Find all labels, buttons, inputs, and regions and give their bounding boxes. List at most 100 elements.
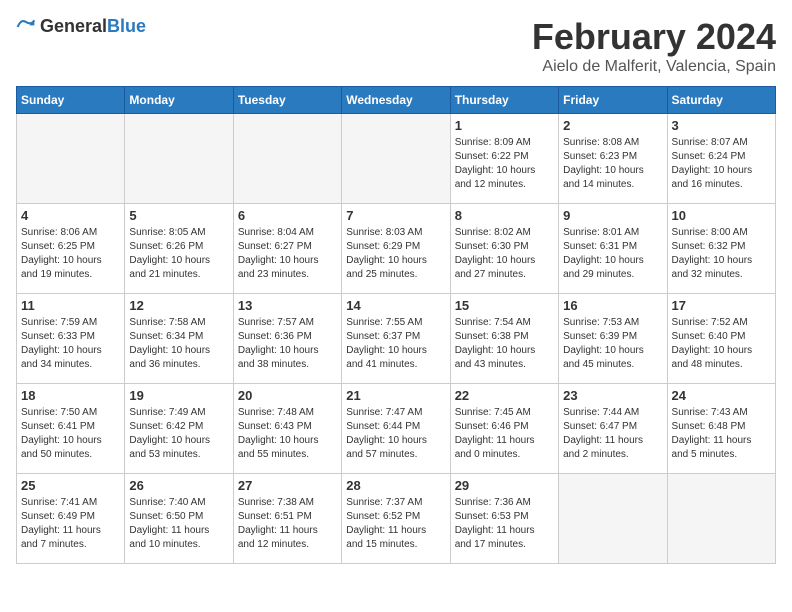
day-number: 25 xyxy=(21,478,120,493)
day-number: 20 xyxy=(238,388,337,403)
calendar-cell: 27 Sunrise: 7:38 AMSunset: 6:51 PMDayligh… xyxy=(233,474,341,564)
logo: GeneralBlue xyxy=(16,16,146,37)
day-number: 19 xyxy=(129,388,228,403)
day-info: Sunrise: 7:36 AMSunset: 6:53 PMDaylight:… xyxy=(455,496,554,552)
day-number: 3 xyxy=(672,118,771,133)
logo-general: General xyxy=(40,16,107,36)
day-number: 27 xyxy=(238,478,337,493)
day-number: 6 xyxy=(238,208,337,223)
day-number: 23 xyxy=(563,388,662,403)
day-number: 24 xyxy=(672,388,771,403)
calendar-cell: 21 Sunrise: 7:47 AMSunset: 6:44 PMDayligh… xyxy=(342,384,450,474)
calendar-week-2: 4 Sunrise: 8:06 AMSunset: 6:25 PMDaylight… xyxy=(17,204,776,294)
day-number: 9 xyxy=(563,208,662,223)
day-number: 21 xyxy=(346,388,445,403)
calendar-cell: 2 Sunrise: 8:08 AMSunset: 6:23 PMDaylight… xyxy=(559,114,667,204)
calendar-cell: 17 Sunrise: 7:52 AMSunset: 6:40 PMDayligh… xyxy=(667,294,775,384)
day-number: 10 xyxy=(672,208,771,223)
calendar-cell: 11 Sunrise: 7:59 AMSunset: 6:33 PMDayligh… xyxy=(17,294,125,384)
title-block: February 2024 Aielo de Malferit, Valenci… xyxy=(532,16,776,76)
day-info: Sunrise: 7:49 AMSunset: 6:42 PMDaylight:… xyxy=(129,406,228,462)
day-info: Sunrise: 8:02 AMSunset: 6:30 PMDaylight:… xyxy=(455,226,554,282)
calendar-cell: 8 Sunrise: 8:02 AMSunset: 6:30 PMDaylight… xyxy=(450,204,558,294)
day-info: Sunrise: 7:59 AMSunset: 6:33 PMDaylight:… xyxy=(21,316,120,372)
calendar-cell: 3 Sunrise: 8:07 AMSunset: 6:24 PMDaylight… xyxy=(667,114,775,204)
calendar-week-5: 25 Sunrise: 7:41 AMSunset: 6:49 PMDayligh… xyxy=(17,474,776,564)
calendar-cell: 16 Sunrise: 7:53 AMSunset: 6:39 PMDayligh… xyxy=(559,294,667,384)
calendar-cell: 15 Sunrise: 7:54 AMSunset: 6:38 PMDayligh… xyxy=(450,294,558,384)
day-info: Sunrise: 8:00 AMSunset: 6:32 PMDaylight:… xyxy=(672,226,771,282)
weekday-header-tuesday: Tuesday xyxy=(233,87,341,114)
logo-text: GeneralBlue xyxy=(40,16,146,37)
weekday-header-friday: Friday xyxy=(559,87,667,114)
day-info: Sunrise: 8:06 AMSunset: 6:25 PMDaylight:… xyxy=(21,226,120,282)
day-info: Sunrise: 7:37 AMSunset: 6:52 PMDaylight:… xyxy=(346,496,445,552)
calendar-cell: 18 Sunrise: 7:50 AMSunset: 6:41 PMDayligh… xyxy=(17,384,125,474)
page-header: GeneralBlue February 2024 Aielo de Malfe… xyxy=(16,16,776,76)
day-info: Sunrise: 7:43 AMSunset: 6:48 PMDaylight:… xyxy=(672,406,771,462)
calendar-cell: 10 Sunrise: 8:00 AMSunset: 6:32 PMDayligh… xyxy=(667,204,775,294)
day-number: 11 xyxy=(21,298,120,313)
day-info: Sunrise: 7:58 AMSunset: 6:34 PMDaylight:… xyxy=(129,316,228,372)
calendar-cell xyxy=(233,114,341,204)
calendar-cell: 29 Sunrise: 7:36 AMSunset: 6:53 PMDayligh… xyxy=(450,474,558,564)
calendar-cell: 7Sunrise: 8:03 AMSunset: 6:29 PMDaylight… xyxy=(342,204,450,294)
day-info: Sunrise: 7:41 AMSunset: 6:49 PMDaylight:… xyxy=(21,496,120,552)
day-number: 13 xyxy=(238,298,337,313)
calendar-cell: 28 Sunrise: 7:37 AMSunset: 6:52 PMDayligh… xyxy=(342,474,450,564)
calendar-cell: 23 Sunrise: 7:44 AMSunset: 6:47 PMDayligh… xyxy=(559,384,667,474)
day-info: Sunrise: 7:52 AMSunset: 6:40 PMDaylight:… xyxy=(672,316,771,372)
weekday-header-sunday: Sunday xyxy=(17,87,125,114)
day-number: 12 xyxy=(129,298,228,313)
day-info: Sunrise: 8:04 AMSunset: 6:27 PMDaylight:… xyxy=(238,226,337,282)
day-number: 29 xyxy=(455,478,554,493)
day-info: Sunrise: 7:50 AMSunset: 6:41 PMDaylight:… xyxy=(21,406,120,462)
day-info: Sunrise: 7:55 AMSunset: 6:37 PMDaylight:… xyxy=(346,316,445,372)
day-info: Sunrise: 7:54 AMSunset: 6:38 PMDaylight:… xyxy=(455,316,554,372)
calendar-week-3: 11 Sunrise: 7:59 AMSunset: 6:33 PMDayligh… xyxy=(17,294,776,384)
day-number: 28 xyxy=(346,478,445,493)
day-number: 8 xyxy=(455,208,554,223)
day-info: Sunrise: 8:05 AMSunset: 6:26 PMDaylight:… xyxy=(129,226,228,282)
calendar-header: SundayMondayTuesdayWednesdayThursdayFrid… xyxy=(17,87,776,114)
calendar-cell xyxy=(559,474,667,564)
calendar-cell: 26Sunrise: 7:40 AMSunset: 6:50 PMDayligh… xyxy=(125,474,233,564)
day-info: Sunrise: 8:03 AMSunset: 6:29 PMDaylight:… xyxy=(346,226,445,282)
calendar-cell xyxy=(667,474,775,564)
calendar-cell: 13 Sunrise: 7:57 AMSunset: 6:36 PMDayligh… xyxy=(233,294,341,384)
day-info: Sunrise: 7:53 AMSunset: 6:39 PMDaylight:… xyxy=(563,316,662,372)
calendar-cell: 1Sunrise: 8:09 AMSunset: 6:22 PMDaylight… xyxy=(450,114,558,204)
day-info: Sunrise: 7:47 AMSunset: 6:44 PMDaylight:… xyxy=(346,406,445,462)
calendar-week-4: 18 Sunrise: 7:50 AMSunset: 6:41 PMDayligh… xyxy=(17,384,776,474)
day-number: 16 xyxy=(563,298,662,313)
day-number: 18 xyxy=(21,388,120,403)
calendar-cell: 22Sunrise: 7:45 AMSunset: 6:46 PMDayligh… xyxy=(450,384,558,474)
day-info: Sunrise: 7:57 AMSunset: 6:36 PMDaylight:… xyxy=(238,316,337,372)
weekday-header-saturday: Saturday xyxy=(667,87,775,114)
day-number: 4 xyxy=(21,208,120,223)
calendar-cell: 19 Sunrise: 7:49 AMSunset: 6:42 PMDayligh… xyxy=(125,384,233,474)
logo-icon xyxy=(16,17,36,37)
day-number: 15 xyxy=(455,298,554,313)
day-number: 1 xyxy=(455,118,554,133)
day-info: Sunrise: 7:44 AMSunset: 6:47 PMDaylight:… xyxy=(563,406,662,462)
logo-blue: Blue xyxy=(107,16,146,36)
day-info: Sunrise: 8:08 AMSunset: 6:23 PMDaylight:… xyxy=(563,136,662,192)
day-number: 26 xyxy=(129,478,228,493)
calendar-cell xyxy=(125,114,233,204)
day-info: Sunrise: 8:07 AMSunset: 6:24 PMDaylight:… xyxy=(672,136,771,192)
day-number: 2 xyxy=(563,118,662,133)
calendar-table: SundayMondayTuesdayWednesdayThursdayFrid… xyxy=(16,86,776,564)
calendar-cell: 5Sunrise: 8:05 AMSunset: 6:26 PMDaylight… xyxy=(125,204,233,294)
calendar-cell xyxy=(17,114,125,204)
day-number: 17 xyxy=(672,298,771,313)
calendar-cell: 9Sunrise: 8:01 AMSunset: 6:31 PMDaylight… xyxy=(559,204,667,294)
calendar-cell: 4 Sunrise: 8:06 AMSunset: 6:25 PMDaylight… xyxy=(17,204,125,294)
calendar-body: 1Sunrise: 8:09 AMSunset: 6:22 PMDaylight… xyxy=(17,114,776,564)
day-number: 14 xyxy=(346,298,445,313)
weekday-header-wednesday: Wednesday xyxy=(342,87,450,114)
calendar-cell: 6 Sunrise: 8:04 AMSunset: 6:27 PMDaylight… xyxy=(233,204,341,294)
day-info: Sunrise: 7:48 AMSunset: 6:43 PMDaylight:… xyxy=(238,406,337,462)
calendar-cell: 25 Sunrise: 7:41 AMSunset: 6:49 PMDayligh… xyxy=(17,474,125,564)
day-info: Sunrise: 7:38 AMSunset: 6:51 PMDaylight:… xyxy=(238,496,337,552)
